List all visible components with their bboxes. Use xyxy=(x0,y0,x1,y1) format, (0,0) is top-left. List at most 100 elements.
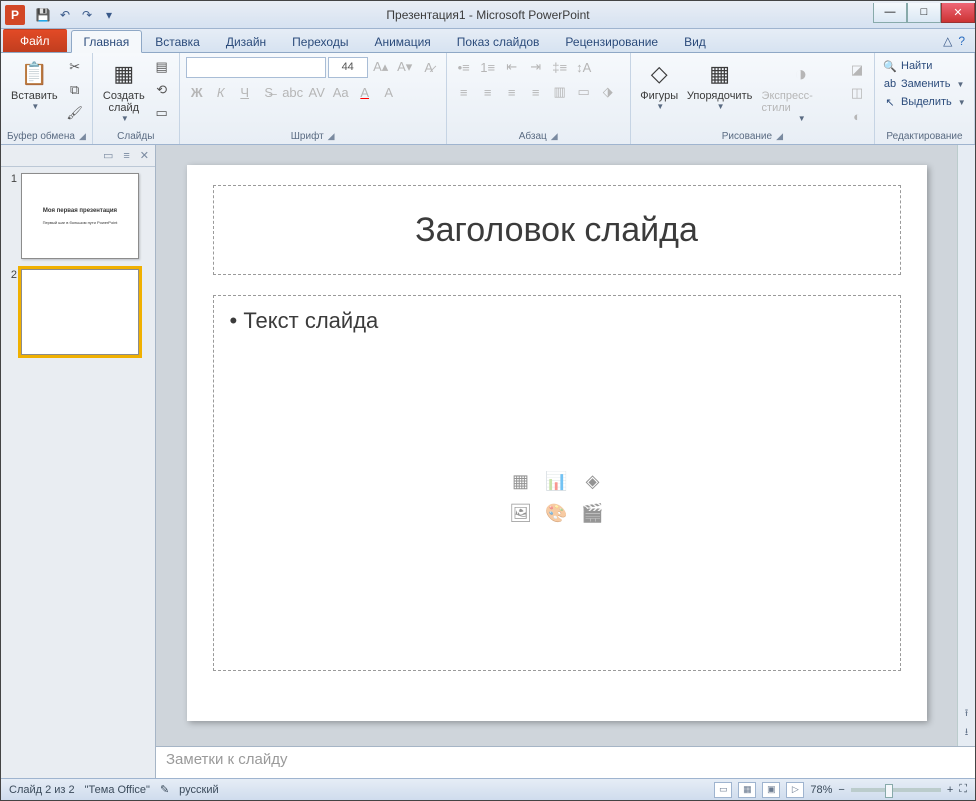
maximize-button[interactable]: □ xyxy=(907,3,941,23)
tab-transitions[interactable]: Переходы xyxy=(279,30,361,52)
layout-icon[interactable]: ▤ xyxy=(151,56,173,78)
help-icon[interactable]: ? xyxy=(958,34,965,48)
quick-styles-button[interactable]: ◑ Экспресс-стили▼ xyxy=(758,56,844,130)
sorter-view-icon[interactable]: ▦ xyxy=(738,782,756,798)
char-spacing-icon[interactable]: AV xyxy=(306,81,328,103)
zoom-out-icon[interactable]: − xyxy=(838,784,844,796)
font-size-dropdown[interactable]: 44 xyxy=(328,57,368,78)
arrange-button[interactable]: ▦ Упорядочить▼ xyxy=(684,56,756,130)
notes-pane[interactable]: Заметки к слайду xyxy=(156,746,975,778)
insert-table-icon[interactable]: ▦ xyxy=(506,469,536,495)
drawing-dialog-icon[interactable]: ◢ xyxy=(776,131,783,142)
bold-icon[interactable]: Ж xyxy=(186,81,208,103)
select-button[interactable]: ↖Выделить▼ xyxy=(881,94,968,110)
increase-indent-icon[interactable]: ⇥ xyxy=(525,56,547,78)
tab-design[interactable]: Дизайн xyxy=(213,30,279,52)
undo-icon[interactable]: ↶ xyxy=(55,5,75,25)
zoom-slider[interactable] xyxy=(851,788,941,792)
minimize-button[interactable]: — xyxy=(873,3,907,23)
close-panel-icon[interactable]: ✕ xyxy=(140,149,149,162)
tab-view[interactable]: Вид xyxy=(671,30,719,52)
copy-icon[interactable]: ⧉ xyxy=(64,79,86,101)
shape-fill-icon[interactable]: ◪ xyxy=(846,59,868,81)
shrink-font-icon[interactable]: A▾ xyxy=(394,56,416,78)
line-spacing-icon[interactable]: ‡≡ xyxy=(549,56,571,78)
decrease-indent-icon[interactable]: ⇤ xyxy=(501,56,523,78)
align-center-icon[interactable]: ≡ xyxy=(477,81,499,103)
paragraph-dialog-icon[interactable]: ◢ xyxy=(551,131,558,142)
strike-icon[interactable]: S̶ xyxy=(258,81,280,103)
slides-tab-icon[interactable]: ▭ xyxy=(103,149,113,162)
underline-icon[interactable]: Ч xyxy=(234,81,256,103)
insert-smartart-icon[interactable]: ◈ xyxy=(578,469,608,495)
align-text-icon[interactable]: ▭ xyxy=(573,81,595,103)
redo-icon[interactable]: ↷ xyxy=(77,5,97,25)
slideshow-view-icon[interactable]: ▷ xyxy=(786,782,804,798)
tab-animations[interactable]: Анимация xyxy=(361,30,443,52)
highlight-icon[interactable]: A xyxy=(378,81,400,103)
shape-outline-icon[interactable]: ◫ xyxy=(846,82,868,104)
fit-to-window-icon[interactable]: ⛶ xyxy=(959,783,967,796)
content-placeholder[interactable]: Текст слайда ▦ 📊 ◈ 🖼 🎨 🎬 xyxy=(213,295,901,671)
normal-view-icon[interactable]: ▭ xyxy=(714,782,732,798)
font-color-icon[interactable]: A xyxy=(354,81,376,103)
new-slide-button[interactable]: ▦ Создать слайд▼ xyxy=(99,56,149,130)
justify-icon[interactable]: ≡ xyxy=(525,81,547,103)
outline-tab-icon[interactable]: ≡ xyxy=(123,150,129,162)
next-slide-icon[interactable]: ⭳ xyxy=(965,725,969,742)
tab-review[interactable]: Рецензирование xyxy=(552,30,671,52)
theme-name: "Тема Office" xyxy=(85,784,150,796)
section-icon[interactable]: ▭ xyxy=(151,102,173,124)
font-family-dropdown[interactable] xyxy=(186,57,326,78)
change-case-icon[interactable]: Aa xyxy=(330,81,352,103)
slide-canvas[interactable]: Заголовок слайда Текст слайда ▦ 📊 ◈ 🖼 🎨 … xyxy=(156,145,957,746)
qat-more-icon[interactable]: ▾ xyxy=(99,5,119,25)
format-painter-icon[interactable]: 🖌 xyxy=(64,102,86,124)
align-right-icon[interactable]: ≡ xyxy=(501,81,523,103)
tab-home[interactable]: Главная xyxy=(71,30,143,53)
reset-icon[interactable]: ⟲ xyxy=(151,79,173,101)
title-placeholder[interactable]: Заголовок слайда xyxy=(213,185,901,275)
thumbnail-1-subtitle: Первый шаг в большом пути PowerPoint xyxy=(43,220,118,225)
shapes-button[interactable]: ◇ Фигуры▼ xyxy=(637,56,682,130)
tab-insert[interactable]: Вставка xyxy=(142,30,213,52)
insert-clipart-icon[interactable]: 🎨 xyxy=(542,501,572,527)
vertical-scrollbar[interactable]: ⭱ ⭳ xyxy=(957,145,975,746)
zoom-in-icon[interactable]: + xyxy=(947,784,953,796)
cut-icon[interactable]: ✂ xyxy=(64,56,86,78)
paste-button[interactable]: 📋 Вставить▼ xyxy=(7,56,62,130)
replace-button[interactable]: abЗаменить▼ xyxy=(881,76,968,92)
insert-chart-icon[interactable]: 📊 xyxy=(542,469,572,495)
grow-font-icon[interactable]: A▴ xyxy=(370,56,392,78)
find-button[interactable]: 🔍Найти xyxy=(881,58,968,74)
prev-slide-icon[interactable]: ⭱ xyxy=(965,706,969,723)
bullets-icon[interactable]: •≡ xyxy=(453,56,475,78)
language-indicator[interactable]: русский xyxy=(179,784,218,796)
numbering-icon[interactable]: 1≡ xyxy=(477,56,499,78)
tab-slideshow[interactable]: Показ слайдов xyxy=(444,30,553,52)
shape-effects-icon[interactable]: ◐ xyxy=(846,105,868,127)
font-dialog-icon[interactable]: ◢ xyxy=(328,131,335,142)
thumbnail-2[interactable]: 2 xyxy=(5,269,151,355)
insert-media-icon[interactable]: 🎬 xyxy=(578,501,608,527)
spell-check-icon[interactable]: ✎ xyxy=(160,783,169,796)
thumbnail-1[interactable]: 1 Моя первая презентация Первый шаг в бо… xyxy=(5,173,151,259)
italic-icon[interactable]: К xyxy=(210,81,232,103)
zoom-level[interactable]: 78% xyxy=(810,784,832,796)
content-area: ▭ ≡ ✕ 1 Моя первая презентация Первый ша… xyxy=(1,145,975,778)
smartart-icon[interactable]: ⬗ xyxy=(597,81,619,103)
save-icon[interactable]: 💾 xyxy=(33,5,53,25)
columns-icon[interactable]: ▥ xyxy=(549,81,571,103)
text-direction-icon[interactable]: ↕A xyxy=(573,56,595,78)
shadow-icon[interactable]: abc xyxy=(282,81,304,103)
ribbon-tabs: Файл Главная Вставка Дизайн Переходы Ани… xyxy=(1,29,975,53)
align-left-icon[interactable]: ≡ xyxy=(453,81,475,103)
close-button[interactable]: ✕ xyxy=(941,3,975,23)
clipboard-dialog-icon[interactable]: ◢ xyxy=(79,131,86,142)
tab-file[interactable]: Файл xyxy=(3,29,67,52)
reading-view-icon[interactable]: ▣ xyxy=(762,782,780,798)
insert-picture-icon[interactable]: 🖼 xyxy=(506,501,536,527)
clear-format-icon[interactable]: A̷ xyxy=(418,56,440,78)
window-title: Презентация1 - Microsoft PowerPoint xyxy=(386,8,589,22)
collapse-ribbon-icon[interactable]: △ xyxy=(943,34,952,48)
